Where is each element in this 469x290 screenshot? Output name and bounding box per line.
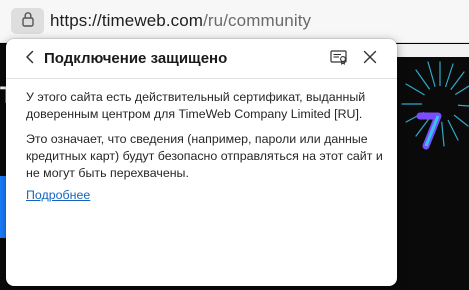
certificate-icon bbox=[330, 49, 348, 70]
lock-icon bbox=[21, 11, 35, 32]
url-field[interactable]: https://timeweb.com/ru/community bbox=[50, 11, 311, 31]
more-info-link[interactable]: Подробнее bbox=[26, 188, 90, 202]
view-certificate-button[interactable] bbox=[328, 49, 350, 69]
url-host: https://timeweb.com bbox=[50, 11, 204, 30]
flyout-title: Подключение защищено bbox=[44, 50, 228, 67]
certificate-info-text: У этого сайта есть действительный сертиф… bbox=[26, 90, 366, 121]
chevron-left-icon bbox=[25, 50, 35, 69]
address-bar: https://timeweb.com/ru/community bbox=[0, 0, 469, 43]
logo-burst-graphic bbox=[401, 61, 469, 150]
close-button[interactable] bbox=[360, 49, 380, 69]
url-path: /ru/community bbox=[203, 11, 312, 30]
security-explanation-text: Это означает, что сведения (например, па… bbox=[26, 132, 383, 180]
back-button[interactable] bbox=[20, 49, 40, 69]
close-icon bbox=[363, 50, 377, 69]
site-info-button[interactable] bbox=[11, 8, 44, 34]
flyout-header: Подключение защищено bbox=[6, 39, 397, 79]
connection-security-flyout: Подключение защищено У этого сайта есть … bbox=[6, 39, 397, 286]
